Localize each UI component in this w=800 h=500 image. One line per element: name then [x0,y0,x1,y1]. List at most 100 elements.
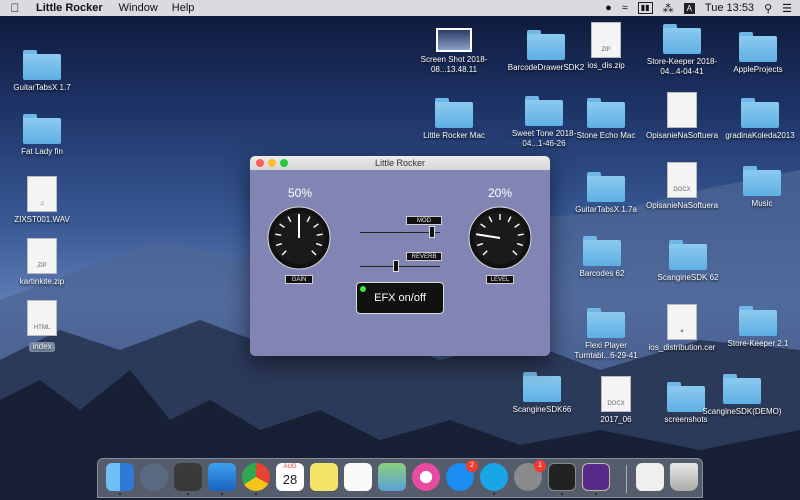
bluetooth-icon[interactable]: ⁂ [663,2,674,15]
xcode-icon[interactable] [208,463,236,491]
desktop-icon[interactable]: Barcodes 62 [560,236,644,279]
desktop-icon[interactable]: Music [720,166,800,209]
launchpad-icon[interactable] [140,463,168,491]
level-knob[interactable] [468,206,532,270]
knob-tick [275,233,282,236]
instruments-icon[interactable] [548,463,576,491]
screenshot-thumbnail-icon [436,28,472,52]
desktop-icon[interactable]: ScangineSDK 62 [646,240,730,283]
wifi-icon[interactable]: ≈ [622,2,628,14]
status-area: ● ≈ ▮▮ ⁂ A Tue 13:53 ⚲ ☰ [605,2,792,15]
desktop-icon[interactable]: Screen Shot 2018-08...13.48.11 [412,28,496,75]
folder-icon [23,114,61,144]
chrome-icon[interactable] [242,463,270,491]
folder-icon [587,98,625,128]
finder-icon[interactable] [106,463,134,491]
notes-icon[interactable] [310,463,338,491]
desktop-icon[interactable]: GuitarTabsX 1.7a [564,172,648,215]
help-menu[interactable]: Help [172,2,195,14]
input-source-icon[interactable]: A [683,2,695,14]
little-rocker-window: Little Rocker 50% GAIN 20% LEVEL MOD REV… [250,156,550,356]
notification-center-icon[interactable]: ☰ [782,2,792,15]
documents-stack-icon[interactable] [636,463,664,491]
zoom-button[interactable] [280,159,288,167]
folder-icon [669,240,707,270]
clock[interactable]: Tue 13:53 [705,2,754,14]
app-store-badge: 2 [466,460,478,472]
calendar-icon[interactable]: AUG 28 [276,463,304,491]
desktop-icon[interactable]: Little Rocker Mac [412,98,496,141]
folder-icon [23,50,61,80]
calendar-month: AUG [283,464,297,470]
certificate-icon: ✶ [667,304,697,340]
apple-menu-icon[interactable]:  [8,1,22,15]
reverb-slider-track[interactable] [360,266,440,267]
desktop-icon[interactable]: Fat Lady fin [0,114,84,157]
desktop-icon[interactable]: ♫ ZIXST001.WAV [0,176,84,225]
desktop-icon[interactable]: ScangineSDK66 [500,372,584,415]
gain-label: GAIN [285,275,313,284]
window-titlebar[interactable]: Little Rocker [250,156,550,170]
document-icon [667,92,697,128]
desktop-icon[interactable]: gradinaKoleda2013 [718,98,800,141]
desktop-icon[interactable]: Store-Keeper 2018-04...4-04-41 [640,24,724,77]
desktop-icon[interactable]: ZIP ios_dis.zip [564,22,648,71]
mod-slider-track[interactable] [360,232,440,233]
app-store-icon[interactable]: 2 [446,460,478,491]
calendar-day: 28 [282,472,298,487]
itunes-icon[interactable] [412,463,440,491]
folder-icon [741,98,779,128]
zip-file-icon: ZIP [591,22,621,58]
mod-label: MOD [406,216,442,225]
system-preferences-icon[interactable]: 1 [514,460,546,491]
desktop-icon[interactable]: OpisanieNaSoftuera [640,92,724,141]
desktop-icon[interactable]: AppleProjects [716,32,800,75]
desktop-icon[interactable]: Stone Echo Mac [564,98,648,141]
running-indicator [221,493,223,495]
folder-icon [527,30,565,60]
shield-icon[interactable]: ● [605,2,612,14]
knob-tick [517,233,524,236]
app-menu[interactable]: Little Rocker [36,2,103,14]
efx-toggle-button[interactable]: EFX on/off [356,282,444,314]
desktop-icon[interactable]: DOCX OpisanieNaSoftuera [640,162,724,211]
running-indicator [187,493,189,495]
docx-file-icon: DOCX [601,376,631,412]
calculator-icon[interactable] [174,463,202,491]
folder-icon [435,98,473,128]
html-file-icon: HTML [27,300,57,336]
window-menu[interactable]: Window [119,2,158,14]
level-percent: 20% [487,186,513,200]
folder-icon [587,308,625,338]
gain-percent: 50% [287,186,313,200]
zip-file-icon: ZIP [27,238,57,274]
sysprefs-badge: 1 [534,460,546,472]
close-button[interactable] [256,159,264,167]
reverb-slider-thumb[interactable] [393,260,399,272]
mod-slider-thumb[interactable] [429,226,435,238]
spotlight-icon[interactable]: ⚲ [764,2,772,15]
skype-icon[interactable] [480,463,508,491]
desktop-icon[interactable]: ZIP kartinkite.zip [0,238,84,287]
level-label: LEVEL [486,275,514,284]
running-indicator [493,493,495,495]
dock: AUG 28 2 1 [97,458,703,498]
little-rocker-icon[interactable] [582,463,610,491]
maps-icon[interactable] [378,463,406,491]
dock-separator [626,465,627,493]
desktop-icon[interactable]: ✶ ios_distribution.cer [640,304,724,353]
folder-icon [663,24,701,54]
folder-icon [723,374,761,404]
desktop-icon[interactable]: ScangineSDK(DEMO) [700,374,784,417]
battery-icon[interactable]: ▮▮ [637,2,653,14]
desktop-icon[interactable]: GuitarTabsX 1.7 [0,50,84,93]
minimize-button[interactable] [268,159,276,167]
folder-icon [523,372,561,402]
trash-icon[interactable] [670,463,698,491]
desktop-icon[interactable]: HTML index [0,300,84,354]
knob-tick [316,233,323,236]
reminders-icon[interactable] [344,463,372,491]
gain-knob[interactable] [267,206,331,270]
desktop-icon[interactable]: Store-Keeper 2.1 [716,306,800,349]
desktop-icon[interactable]: Flexi Player Turntabl...6-29-41 [564,308,648,361]
